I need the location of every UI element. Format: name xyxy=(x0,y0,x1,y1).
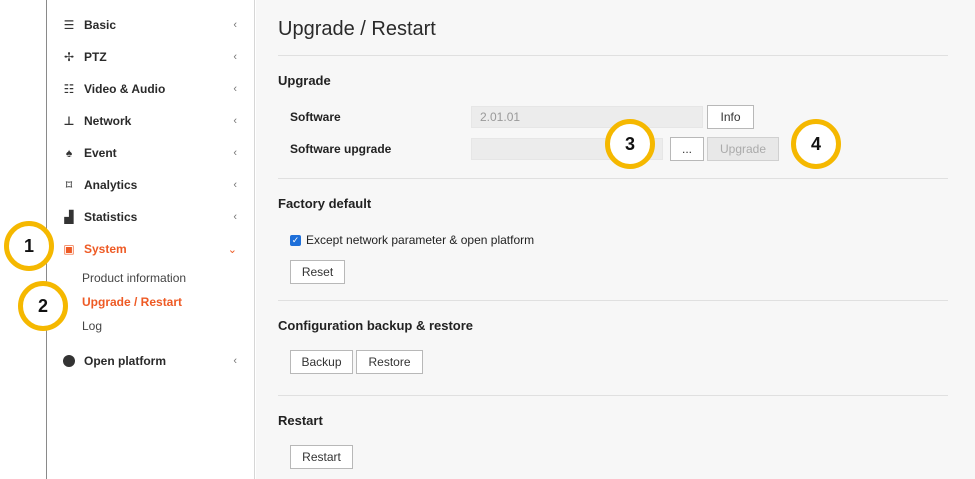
sidebar-subitem-log[interactable]: Log xyxy=(82,319,102,333)
sidebar-item-basic[interactable]: ☰ Basic ‹ xyxy=(61,14,247,36)
sidebar-subitem-upgrade-restart[interactable]: Upgrade / Restart xyxy=(82,295,182,309)
sidebar-item-event[interactable]: ♠ Event ‹ xyxy=(61,142,247,164)
divider xyxy=(278,395,948,396)
info-button[interactable]: Info xyxy=(707,105,754,129)
bar-chart-icon: ▟ xyxy=(64,210,74,224)
section-title-upgrade: Upgrade xyxy=(278,73,331,88)
software-version-field: 2.01.01 xyxy=(471,106,703,128)
upgrade-button[interactable]: Upgrade xyxy=(707,137,779,161)
callout-4: 4 xyxy=(791,119,841,169)
chevron-left-icon: ‹ xyxy=(233,211,237,223)
except-network-checkbox-row[interactable]: ✓ Except network parameter & open platfo… xyxy=(290,233,534,247)
sidebar-item-system[interactable]: ▣ System ⌄ xyxy=(61,238,247,260)
sidebar-subitem-product-information[interactable]: Product information xyxy=(82,271,186,285)
move-icon: ✢ xyxy=(63,50,75,64)
sidebar-item-network[interactable]: ⊥ Network ‹ xyxy=(61,110,247,132)
chevron-down-icon: ⌄ xyxy=(227,243,237,256)
sidebar-item-label: Video & Audio xyxy=(84,82,166,96)
chevron-left-icon: ‹ xyxy=(233,179,237,191)
sidebar-item-analytics[interactable]: ⌑ Analytics ‹ xyxy=(61,174,247,196)
software-upgrade-label: Software upgrade xyxy=(290,142,392,156)
divider xyxy=(278,55,948,56)
sidebar-item-label: Basic xyxy=(84,18,117,32)
sidebar-item-label: Open platform xyxy=(84,354,167,368)
chevron-left-icon: ‹ xyxy=(233,115,237,127)
list-icon: ☰ xyxy=(63,18,75,32)
chevron-left-icon: ‹ xyxy=(233,51,237,63)
chevron-left-icon: ‹ xyxy=(233,147,237,159)
divider xyxy=(278,178,948,179)
restart-button[interactable]: Restart xyxy=(290,445,353,469)
restore-button[interactable]: Restore xyxy=(356,350,423,374)
divider xyxy=(278,300,948,301)
checkbox-checked-icon[interactable]: ✓ xyxy=(290,234,301,246)
sidebar-item-open-platform[interactable]: Open platform ‹ xyxy=(61,350,247,372)
page-title: Upgrade / Restart xyxy=(278,18,436,40)
chevron-left-icon: ‹ xyxy=(233,355,237,367)
sidebar: ☰ Basic ‹ ✢ PTZ ‹ ☷ Video & Audio ‹ ⊥ Ne… xyxy=(47,0,255,479)
platform-icon xyxy=(61,354,77,368)
chevron-left-icon: ‹ xyxy=(233,19,237,31)
sliders-icon: ☷ xyxy=(63,82,75,96)
sidebar-item-statistics[interactable]: ▟ Statistics ‹ xyxy=(61,206,247,228)
backup-button[interactable]: Backup xyxy=(290,350,353,374)
section-title-factory-default: Factory default xyxy=(278,196,372,211)
main-content: Upgrade / Restart Upgrade Software 2.01.… xyxy=(256,0,975,479)
callout-1: 1 xyxy=(4,221,54,271)
sidebar-item-label: Statistics xyxy=(84,210,138,224)
reset-button[interactable]: Reset xyxy=(290,260,345,284)
section-title-config-backup: Configuration backup & restore xyxy=(278,318,474,333)
sidebar-item-label: Event xyxy=(84,146,117,160)
bell-icon: ♠ xyxy=(65,146,73,160)
callout-3: 3 xyxy=(605,119,655,169)
network-icon: ⊥ xyxy=(63,114,75,128)
sidebar-item-video-audio[interactable]: ☷ Video & Audio ‹ xyxy=(61,78,247,100)
app-frame: ☰ Basic ‹ ✢ PTZ ‹ ☷ Video & Audio ‹ ⊥ Ne… xyxy=(0,0,975,479)
sidebar-item-label: Network xyxy=(84,114,132,128)
sidebar-item-label: Analytics xyxy=(84,178,138,192)
callout-2: 2 xyxy=(18,281,68,331)
system-icon: ▣ xyxy=(63,242,75,256)
sidebar-item-label: PTZ xyxy=(84,50,107,64)
software-label: Software xyxy=(290,110,341,124)
sidebar-item-label: System xyxy=(84,242,127,256)
sidebar-item-ptz[interactable]: ✢ PTZ ‹ xyxy=(61,46,247,68)
browse-file-button[interactable]: ... xyxy=(670,137,704,161)
frame-icon: ⌑ xyxy=(65,178,73,192)
checkbox-label: Except network parameter & open platform xyxy=(306,233,535,247)
chevron-left-icon: ‹ xyxy=(233,83,237,95)
section-title-restart: Restart xyxy=(278,413,323,428)
